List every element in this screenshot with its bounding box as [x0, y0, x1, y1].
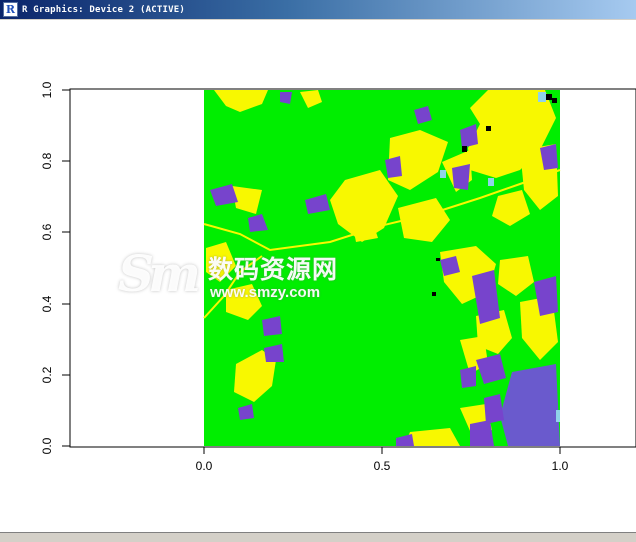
y-tick-label: 0.4 — [40, 295, 54, 312]
y-tick-label: 0.0 — [40, 437, 54, 454]
y-tick-label: 0.8 — [40, 152, 54, 169]
x-tick-label: 1.0 — [552, 459, 569, 473]
x-axis: 0.0 0.5 1.0 — [196, 446, 569, 473]
y-tick-label: 0.2 — [40, 366, 54, 383]
r-app-icon: R — [3, 2, 18, 17]
raster-image — [203, 90, 561, 446]
y-axis: 0.0 0.2 0.4 0.6 0.8 1.0 — [40, 81, 71, 454]
y-tick-label: 0.6 — [40, 223, 54, 240]
plot-area: 0.0 0.5 1.0 0.0 0.2 0.4 0.6 0.8 1.0 — [40, 81, 636, 473]
x-tick-label: 0.0 — [196, 459, 213, 473]
x-tick-label: 0.5 — [374, 459, 391, 473]
window-titlebar[interactable]: R R Graphics: Device 2 (ACTIVE) — [0, 0, 636, 19]
y-tick-label: 1.0 — [40, 81, 54, 98]
window-title: R Graphics: Device 2 (ACTIVE) — [22, 4, 185, 15]
